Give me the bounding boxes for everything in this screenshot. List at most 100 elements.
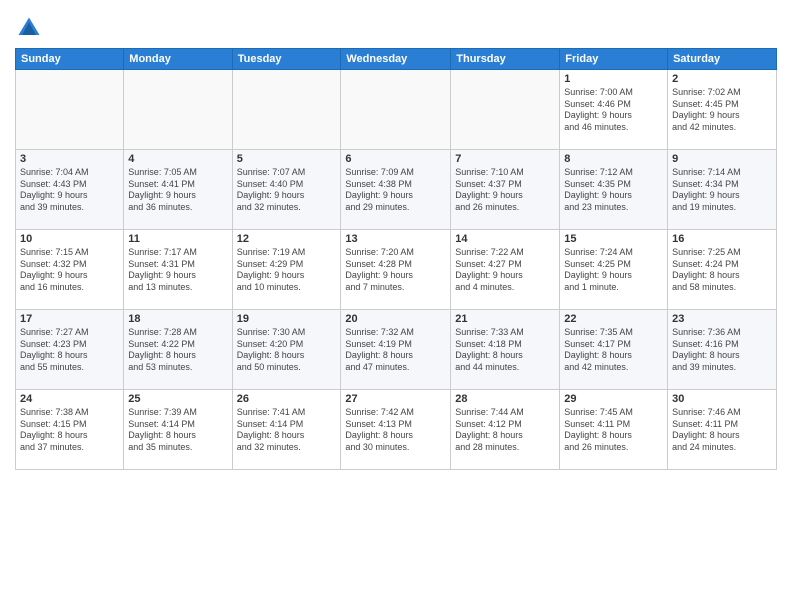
day-number: 23	[672, 313, 772, 325]
day-info: Sunrise: 7:10 AM Sunset: 4:37 PM Dayligh…	[455, 167, 555, 214]
day-info: Sunrise: 7:38 AM Sunset: 4:15 PM Dayligh…	[20, 407, 119, 454]
weekday-header: Thursday	[451, 49, 560, 70]
calendar-cell: 23 Sunrise: 7:36 AM Sunset: 4:16 PM Dayli…	[668, 310, 777, 390]
day-number: 7	[455, 153, 555, 165]
day-info: Sunrise: 7:04 AM Sunset: 4:43 PM Dayligh…	[20, 167, 119, 214]
calendar-container: SundayMondayTuesdayWednesdayThursdayFrid…	[0, 0, 792, 612]
calendar-cell: 13Sunrise: 7:20 AM Sunset: 4:28 PM Dayli…	[341, 230, 451, 310]
day-info: Sunrise: 7:00 AM Sunset: 4:46 PM Dayligh…	[564, 87, 663, 134]
calendar-cell	[451, 70, 560, 150]
weekday-header: Monday	[124, 49, 232, 70]
day-number: 4	[128, 153, 227, 165]
calendar-week-row: 24 Sunrise: 7:38 AM Sunset: 4:15 PM Dayli…	[16, 390, 777, 470]
calendar-cell: 10Sunrise: 7:15 AM Sunset: 4:32 PM Dayli…	[16, 230, 124, 310]
day-info: Sunrise: 7:42 AM Sunset: 4:13 PM Dayligh…	[345, 407, 446, 454]
weekday-header: Saturday	[668, 49, 777, 70]
calendar-cell: 21 Sunrise: 7:33 AM Sunset: 4:18 PM Dayli…	[451, 310, 560, 390]
day-info: Sunrise: 7:12 AM Sunset: 4:35 PM Dayligh…	[564, 167, 663, 214]
day-info: Sunrise: 7:32 AM Sunset: 4:19 PM Dayligh…	[345, 327, 446, 374]
day-number: 8	[564, 153, 663, 165]
calendar-cell: 30Sunrise: 7:46 AM Sunset: 4:11 PM Dayli…	[668, 390, 777, 470]
calendar-week-row: 1 Sunrise: 7:00 AM Sunset: 4:46 PM Daylig…	[16, 70, 777, 150]
day-info: Sunrise: 7:19 AM Sunset: 4:29 PM Dayligh…	[237, 247, 337, 294]
day-number: 12	[237, 233, 337, 245]
day-number: 16	[672, 233, 772, 245]
day-info: Sunrise: 7:14 AM Sunset: 4:34 PM Dayligh…	[672, 167, 772, 214]
day-number: 1	[564, 73, 663, 85]
weekday-header: Sunday	[16, 49, 124, 70]
day-number: 19	[237, 313, 337, 325]
calendar-cell: 15 Sunrise: 7:24 AM Sunset: 4:25 PM Dayli…	[560, 230, 668, 310]
day-info: Sunrise: 7:41 AM Sunset: 4:14 PM Dayligh…	[237, 407, 337, 454]
day-info: Sunrise: 7:28 AM Sunset: 4:22 PM Dayligh…	[128, 327, 227, 374]
day-info: Sunrise: 7:27 AM Sunset: 4:23 PM Dayligh…	[20, 327, 119, 374]
day-info: Sunrise: 7:45 AM Sunset: 4:11 PM Dayligh…	[564, 407, 663, 454]
calendar-cell: 29 Sunrise: 7:45 AM Sunset: 4:11 PM Dayli…	[560, 390, 668, 470]
calendar-cell: 6 Sunrise: 7:09 AM Sunset: 4:38 PM Daylig…	[341, 150, 451, 230]
day-info: Sunrise: 7:07 AM Sunset: 4:40 PM Dayligh…	[237, 167, 337, 214]
calendar-cell: 12 Sunrise: 7:19 AM Sunset: 4:29 PM Dayli…	[232, 230, 341, 310]
day-info: Sunrise: 7:24 AM Sunset: 4:25 PM Dayligh…	[564, 247, 663, 294]
day-info: Sunrise: 7:30 AM Sunset: 4:20 PM Dayligh…	[237, 327, 337, 374]
day-number: 17	[20, 313, 119, 325]
calendar-cell	[124, 70, 232, 150]
day-number: 26	[237, 393, 337, 405]
day-number: 29	[564, 393, 663, 405]
day-info: Sunrise: 7:36 AM Sunset: 4:16 PM Dayligh…	[672, 327, 772, 374]
day-info: Sunrise: 7:17 AM Sunset: 4:31 PM Dayligh…	[128, 247, 227, 294]
calendar-cell: 4 Sunrise: 7:05 AM Sunset: 4:41 PM Daylig…	[124, 150, 232, 230]
calendar-cell: 25Sunrise: 7:39 AM Sunset: 4:14 PM Dayli…	[124, 390, 232, 470]
day-number: 2	[672, 73, 772, 85]
day-number: 10	[20, 233, 119, 245]
calendar-cell: 28 Sunrise: 7:44 AM Sunset: 4:12 PM Dayli…	[451, 390, 560, 470]
calendar-cell: 16 Sunrise: 7:25 AM Sunset: 4:24 PM Dayli…	[668, 230, 777, 310]
logo	[15, 14, 47, 42]
calendar-week-row: 17 Sunrise: 7:27 AM Sunset: 4:23 PM Dayli…	[16, 310, 777, 390]
day-number: 24	[20, 393, 119, 405]
day-number: 25	[128, 393, 227, 405]
day-info: Sunrise: 7:33 AM Sunset: 4:18 PM Dayligh…	[455, 327, 555, 374]
calendar-cell: 22 Sunrise: 7:35 AM Sunset: 4:17 PM Dayli…	[560, 310, 668, 390]
calendar-table: SundayMondayTuesdayWednesdayThursdayFrid…	[15, 48, 777, 470]
weekday-header: Wednesday	[341, 49, 451, 70]
calendar-cell: 11 Sunrise: 7:17 AM Sunset: 4:31 PM Dayli…	[124, 230, 232, 310]
calendar-cell	[16, 70, 124, 150]
weekday-header: Friday	[560, 49, 668, 70]
calendar-cell: 17 Sunrise: 7:27 AM Sunset: 4:23 PM Dayli…	[16, 310, 124, 390]
logo-icon	[15, 14, 43, 42]
day-number: 27	[345, 393, 446, 405]
calendar-cell: 26 Sunrise: 7:41 AM Sunset: 4:14 PM Dayli…	[232, 390, 341, 470]
day-info: Sunrise: 7:46 AM Sunset: 4:11 PM Dayligh…	[672, 407, 772, 454]
day-info: Sunrise: 7:09 AM Sunset: 4:38 PM Dayligh…	[345, 167, 446, 214]
day-number: 15	[564, 233, 663, 245]
calendar-cell	[232, 70, 341, 150]
day-number: 5	[237, 153, 337, 165]
day-info: Sunrise: 7:22 AM Sunset: 4:27 PM Dayligh…	[455, 247, 555, 294]
day-number: 22	[564, 313, 663, 325]
calendar-cell: 19 Sunrise: 7:30 AM Sunset: 4:20 PM Dayli…	[232, 310, 341, 390]
day-number: 13	[345, 233, 446, 245]
day-number: 6	[345, 153, 446, 165]
calendar-cell: 9Sunrise: 7:14 AM Sunset: 4:34 PM Daylig…	[668, 150, 777, 230]
day-number: 11	[128, 233, 227, 245]
day-number: 14	[455, 233, 555, 245]
calendar-week-row: 10Sunrise: 7:15 AM Sunset: 4:32 PM Dayli…	[16, 230, 777, 310]
day-number: 21	[455, 313, 555, 325]
calendar-header-row: SundayMondayTuesdayWednesdayThursdayFrid…	[16, 49, 777, 70]
day-info: Sunrise: 7:35 AM Sunset: 4:17 PM Dayligh…	[564, 327, 663, 374]
day-number: 3	[20, 153, 119, 165]
calendar-cell: 24 Sunrise: 7:38 AM Sunset: 4:15 PM Dayli…	[16, 390, 124, 470]
day-number: 18	[128, 313, 227, 325]
calendar-cell: 20 Sunrise: 7:32 AM Sunset: 4:19 PM Dayli…	[341, 310, 451, 390]
calendar-cell: 1 Sunrise: 7:00 AM Sunset: 4:46 PM Daylig…	[560, 70, 668, 150]
calendar-cell	[341, 70, 451, 150]
day-number: 28	[455, 393, 555, 405]
day-info: Sunrise: 7:25 AM Sunset: 4:24 PM Dayligh…	[672, 247, 772, 294]
header	[15, 10, 777, 42]
day-number: 20	[345, 313, 446, 325]
day-info: Sunrise: 7:05 AM Sunset: 4:41 PM Dayligh…	[128, 167, 227, 214]
calendar-cell: 14 Sunrise: 7:22 AM Sunset: 4:27 PM Dayli…	[451, 230, 560, 310]
day-info: Sunrise: 7:44 AM Sunset: 4:12 PM Dayligh…	[455, 407, 555, 454]
calendar-cell: 7 Sunrise: 7:10 AM Sunset: 4:37 PM Daylig…	[451, 150, 560, 230]
calendar-cell: 5 Sunrise: 7:07 AM Sunset: 4:40 PM Daylig…	[232, 150, 341, 230]
